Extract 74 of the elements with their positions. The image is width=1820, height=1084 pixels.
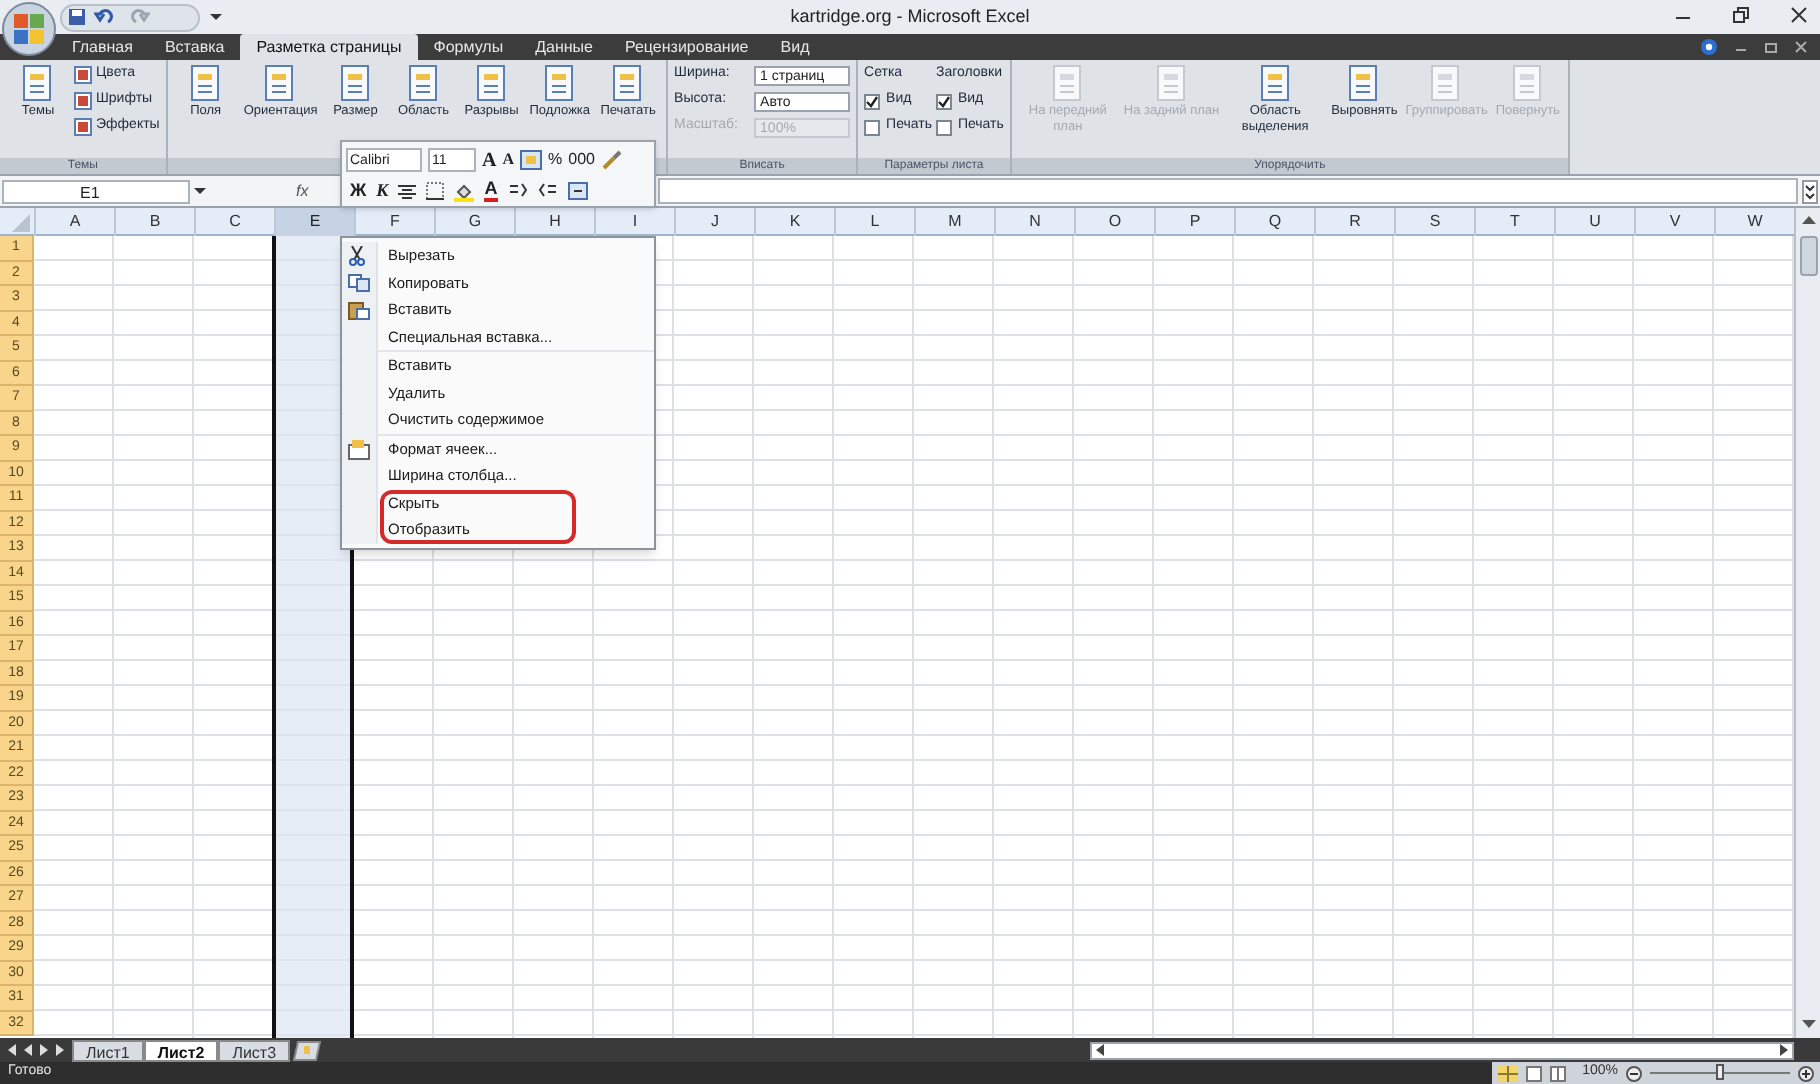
horizontal-scrollbar[interactable] <box>1090 1041 1794 1059</box>
font-size-button[interactable]: A <box>482 145 497 175</box>
zoom-out-icon[interactable] <box>1626 1065 1642 1081</box>
align-center-icon[interactable] <box>398 183 417 200</box>
font-color-button[interactable]: A <box>484 180 498 203</box>
document-icon <box>473 64 510 104</box>
column-header[interactable]: E <box>274 208 354 236</box>
function-button[interactable]: fx <box>296 179 309 203</box>
ribbon-tab[interactable]: Главная <box>56 34 149 60</box>
ribbon-tab[interactable]: Формулы <box>417 34 520 60</box>
close-icon[interactable] <box>1794 40 1808 54</box>
increase-decimal-icon[interactable] <box>537 182 558 201</box>
slider-thumb[interactable] <box>1716 1064 1724 1080</box>
page-layout-icon[interactable] <box>1526 1065 1543 1081</box>
document-icon <box>262 64 299 104</box>
document-icon <box>610 64 647 104</box>
checkbox[interactable] <box>935 119 952 135</box>
clipboard-icon <box>348 300 370 320</box>
name-box[interactable]: E1 <box>2 179 190 203</box>
scroll-right-icon[interactable] <box>1776 1042 1792 1058</box>
save-icon[interactable] <box>68 8 86 26</box>
format-button[interactable]: 000 <box>568 148 595 172</box>
dropdown-arrow-icon[interactable] <box>210 12 222 22</box>
document-icon <box>187 64 224 104</box>
document-icon <box>337 64 374 104</box>
window-title: kartridge.org - Microsoft Excel <box>790 4 1030 30</box>
sheet-tab[interactable]: Лист1 <box>72 1039 144 1061</box>
page-break-icon[interactable] <box>1550 1065 1567 1081</box>
ribbon-tab[interactable]: Данные <box>519 34 609 60</box>
fill-color-icon[interactable] <box>454 181 475 202</box>
italic-button[interactable]: К <box>376 178 389 205</box>
checkbox[interactable] <box>935 93 952 109</box>
theme-swatch-icon <box>74 92 92 110</box>
scroll-thumb[interactable] <box>1799 236 1817 276</box>
document-icon <box>541 64 578 104</box>
scroll-left-icon[interactable] <box>1092 1042 1108 1058</box>
ribbon-tab[interactable]: Вид <box>764 34 826 60</box>
zoom-in-icon[interactable] <box>1798 1065 1814 1081</box>
document-icon <box>1346 64 1383 104</box>
ribbon-tab[interactable]: Разметка страницы <box>240 34 418 60</box>
formula-input[interactable] <box>658 178 1798 204</box>
copy-icon <box>348 273 370 291</box>
help-icon[interactable] <box>1700 38 1718 56</box>
scissors-icon <box>348 246 366 266</box>
undo-icon[interactable] <box>94 8 118 26</box>
bold-button[interactable]: Ж <box>350 178 367 205</box>
format-button[interactable]: % <box>548 148 563 172</box>
vertical-scrollbar[interactable] <box>1794 208 1820 1038</box>
font-size-button[interactable]: A <box>502 148 515 172</box>
insert-sheet-icon[interactable] <box>290 1039 323 1061</box>
document-icon <box>1257 64 1294 104</box>
checkbox[interactable] <box>864 93 881 109</box>
table-icon <box>348 439 370 459</box>
checkbox[interactable] <box>864 119 881 135</box>
table-format-icon[interactable] <box>520 150 543 170</box>
restore-icon[interactable] <box>1764 40 1778 54</box>
theme-swatch-icon <box>74 66 92 84</box>
office-logo-icon <box>14 14 44 44</box>
redo-icon <box>126 8 150 26</box>
borders-icon[interactable] <box>426 182 445 201</box>
close-icon[interactable] <box>1790 6 1808 24</box>
document-icon <box>20 64 56 104</box>
ribbon-tab[interactable]: Рецензирование <box>608 34 765 60</box>
restore-icon[interactable] <box>1732 6 1750 24</box>
merge-cells-icon[interactable] <box>567 182 588 201</box>
normal-view-icon[interactable] <box>1498 1065 1519 1081</box>
theme-swatch-icon <box>74 118 92 136</box>
document-icon <box>405 64 442 104</box>
expand-icon[interactable] <box>1802 179 1818 203</box>
sheet-tab[interactable]: Лист2 <box>143 1039 219 1061</box>
brush-icon[interactable] <box>601 150 621 170</box>
dropdown-arrow-icon[interactable] <box>194 186 206 196</box>
ribbon-tab[interactable]: Вставка <box>148 34 241 60</box>
decrease-decimal-icon[interactable] <box>507 182 528 201</box>
